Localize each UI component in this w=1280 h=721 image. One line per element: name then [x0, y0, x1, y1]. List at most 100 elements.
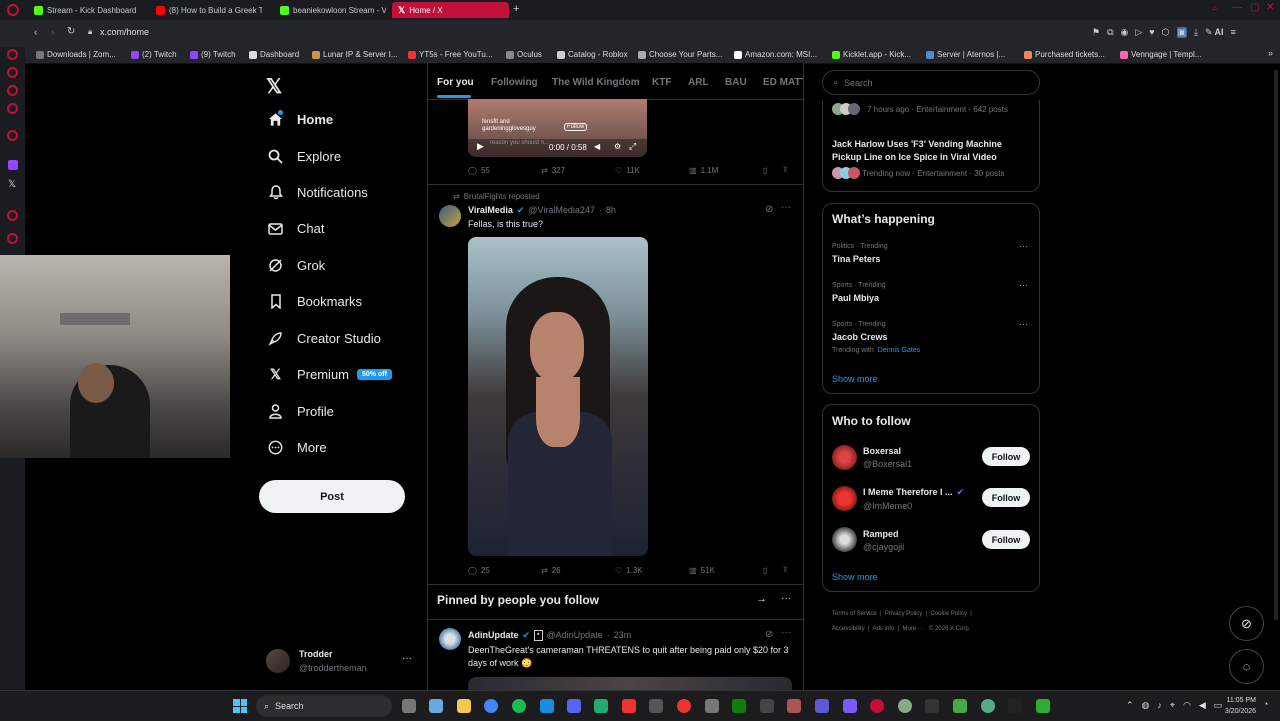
- reposted-by-label[interactable]: BrutalFights reposted: [464, 192, 540, 201]
- app-icon[interactable]: [787, 699, 801, 713]
- ai-icon[interactable]: ✎ AI: [1205, 27, 1224, 38]
- sidebar-app-icon[interactable]: [7, 210, 18, 221]
- search-input[interactable]: ⌕ Search: [822, 70, 1040, 95]
- chrome-icon[interactable]: [484, 699, 498, 713]
- browser-tab-active[interactable]: 𝕏 Home / X: [392, 2, 509, 18]
- trend-name[interactable]: Jacob Crews: [832, 332, 888, 342]
- share-icon[interactable]: ⇪: [782, 565, 789, 574]
- twitch-sidebar-icon[interactable]: [8, 160, 18, 170]
- clock[interactable]: 11:05 PM 3/20/2026: [1216, 695, 1256, 717]
- avatar[interactable]: [832, 445, 857, 470]
- grok-fab[interactable]: ⊘: [1229, 606, 1264, 641]
- app-icon[interactable]: [1036, 699, 1050, 713]
- nav-premium[interactable]: 𝕏 Premium 50% off: [268, 366, 392, 382]
- tweet-more-icon[interactable]: ···: [781, 627, 791, 638]
- bookmark-item[interactable]: Server | Aternos |...: [926, 50, 1005, 59]
- pin-icon[interactable]: ⚑: [1092, 27, 1100, 38]
- edge-icon[interactable]: [540, 699, 554, 713]
- trend-more-icon[interactable]: ···: [1019, 241, 1028, 251]
- grok-explain-icon[interactable]: ⊘: [765, 204, 773, 215]
- new-tab-button[interactable]: +: [513, 3, 519, 15]
- settings-icon[interactable]: ⚙: [614, 142, 621, 151]
- bookmark-item[interactable]: Amazon.com: MSI...: [734, 50, 817, 59]
- chevron-up-icon[interactable]: ⌃: [1126, 700, 1134, 711]
- tweet-more-icon[interactable]: ···: [781, 202, 791, 213]
- settings-app-icon[interactable]: [402, 699, 416, 713]
- tab-following[interactable]: Following: [491, 77, 538, 88]
- app-icon[interactable]: [898, 699, 912, 713]
- tweet-time[interactable]: 8h: [606, 205, 616, 216]
- arrow-right-icon[interactable]: →: [756, 593, 767, 605]
- tab-ktf[interactable]: KTF: [652, 77, 671, 88]
- x-logo-icon[interactable]: 𝕏: [266, 74, 282, 99]
- browser-tab[interactable]: beaniekowloon Stream - V: [274, 2, 386, 18]
- trend-more-icon[interactable]: ···: [1019, 280, 1028, 290]
- bookmark-item[interactable]: Dashboard: [249, 50, 299, 59]
- search-tabs-icon[interactable]: ⌕: [1212, 3, 1218, 14]
- trend-name[interactable]: Paul Mbiya: [832, 293, 879, 303]
- nav-bookmarks[interactable]: Bookmarks: [268, 294, 362, 309]
- tweet-media[interactable]: [468, 677, 792, 690]
- avatar[interactable]: [832, 527, 857, 552]
- camera-icon[interactable]: ◉: [1121, 27, 1129, 38]
- tray-app-icon[interactable]: ◍: [1142, 700, 1150, 711]
- sidebar-app-icon[interactable]: [7, 49, 18, 60]
- x-sidebar-icon[interactable]: 𝕏: [8, 179, 16, 190]
- app-icon[interactable]: [815, 699, 829, 713]
- extensions-icon[interactable]: ⬡: [1162, 27, 1170, 38]
- follow-button[interactable]: Follow: [982, 530, 1030, 549]
- tweet-avatar[interactable]: [439, 205, 461, 227]
- app-icon[interactable]: [1008, 699, 1022, 713]
- bookmark-icon[interactable]: ▯: [763, 566, 767, 575]
- bookmark-item[interactable]: YT5s - Free YouTu...: [408, 50, 493, 59]
- sidebar-app-icon[interactable]: [7, 130, 18, 141]
- like-button[interactable]: ♡ 11K: [615, 166, 640, 175]
- views-button[interactable]: ▥ 1.1M: [689, 166, 718, 175]
- location-icon[interactable]: ⌖: [1170, 700, 1175, 711]
- browser-tab[interactable]: Stream - Kick Dashboard: [28, 2, 150, 18]
- messages-fab[interactable]: ◌: [1229, 649, 1264, 684]
- news-headline[interactable]: Jack Harlow Uses 'F3' Vending Machine Pi…: [832, 138, 1022, 163]
- tweet-video[interactable]: [468, 237, 648, 556]
- tab-bau[interactable]: BAU: [725, 77, 747, 88]
- app-icon[interactable]: [705, 699, 719, 713]
- nav-explore[interactable]: Explore: [268, 149, 341, 164]
- footer-link[interactable]: Cookie Policy: [931, 611, 967, 617]
- views-button[interactable]: ▥ 51K: [689, 566, 715, 575]
- show-more-link[interactable]: Show more: [832, 572, 878, 582]
- bookmark-item[interactable]: Choose Your Parts...: [638, 50, 722, 59]
- file-explorer-icon[interactable]: [457, 699, 471, 713]
- screenshot-icon[interactable]: ⧉: [1107, 27, 1113, 38]
- app-icon[interactable]: [843, 699, 857, 713]
- bookmarks-overflow-icon[interactable]: »: [1268, 48, 1273, 58]
- app-icon[interactable]: [677, 699, 691, 713]
- discord-icon[interactable]: [567, 699, 581, 713]
- nav-profile[interactable]: Profile: [268, 404, 334, 419]
- like-button[interactable]: ♡ 1.3K: [615, 566, 643, 575]
- footer-link[interactable]: Terms of Service: [832, 611, 877, 617]
- opera-logo-icon[interactable]: [7, 4, 19, 16]
- footer-link[interactable]: More ···: [903, 626, 924, 632]
- nav-grok[interactable]: Grok: [268, 258, 325, 273]
- post-button[interactable]: Post: [259, 480, 405, 513]
- nav-chat[interactable]: Chat: [268, 221, 324, 236]
- tweet-author-handle[interactable]: @AdinUpdate: [547, 630, 603, 641]
- trend-more-icon[interactable]: ···: [1019, 319, 1028, 329]
- show-more-link[interactable]: Show more: [832, 374, 878, 384]
- bookmark-item[interactable]: (9) Twitch: [190, 50, 236, 59]
- address-url[interactable]: x.com/home: [100, 27, 149, 37]
- avatar[interactable]: [832, 486, 857, 511]
- reply-button[interactable]: ◯ 55: [468, 166, 490, 175]
- microphone-icon[interactable]: ♪: [1157, 700, 1162, 711]
- suggested-user-name[interactable]: Boxersal: [863, 446, 901, 456]
- sidebar-app-icon[interactable]: [7, 103, 18, 114]
- bookmark-item[interactable]: Purchased tickets...: [1024, 50, 1105, 59]
- bookmark-item[interactable]: Lunar IP & Server I...: [312, 50, 398, 59]
- youtube-app-icon[interactable]: [622, 699, 636, 713]
- bookmark-item[interactable]: Kicklet.app - Kick...: [832, 50, 911, 59]
- tab-arl[interactable]: ARL: [688, 77, 709, 88]
- repost-button[interactable]: ⇄ 26: [541, 566, 561, 575]
- tweet-author-name[interactable]: ViralMedia: [468, 205, 513, 216]
- nav-creator-studio[interactable]: Creator Studio: [268, 331, 381, 346]
- trend-name[interactable]: Tina Peters: [832, 254, 880, 264]
